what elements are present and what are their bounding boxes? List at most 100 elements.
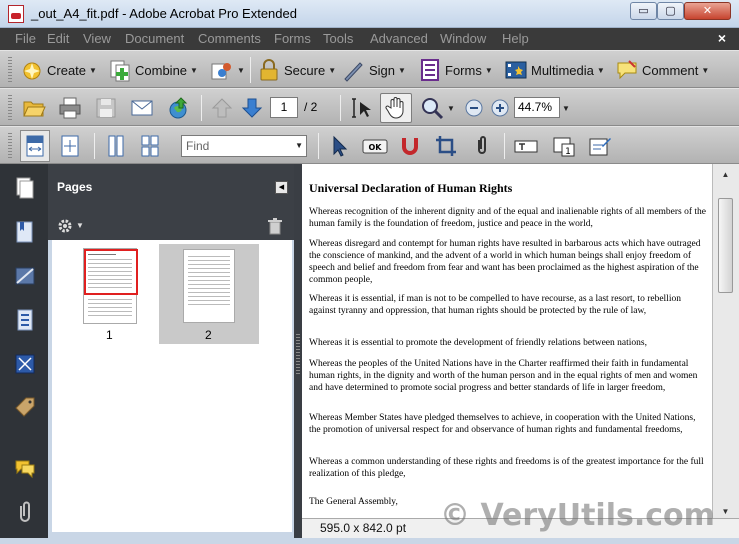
save-button[interactable] bbox=[94, 96, 118, 120]
previous-page-button[interactable] bbox=[210, 96, 234, 120]
select-tool-button[interactable] bbox=[350, 96, 374, 120]
crop-tool-button[interactable] bbox=[434, 134, 458, 158]
combine-button[interactable]: Combine ▼ bbox=[108, 58, 198, 82]
bookmarks-icon[interactable] bbox=[14, 220, 36, 244]
page-size-readout: 595.0 x 842.0 pt bbox=[320, 521, 407, 535]
link-tool-button[interactable] bbox=[398, 134, 422, 158]
marquee-zoom-button[interactable]: ▼ bbox=[420, 96, 455, 120]
multimedia-icon bbox=[505, 61, 527, 79]
chevron-down-icon: ▼ bbox=[701, 65, 710, 75]
attachments-paperclip-icon[interactable] bbox=[14, 500, 36, 524]
scroll-up-arrow-icon[interactable]: ▲ bbox=[717, 166, 734, 183]
zoom-magnifier-icon bbox=[422, 98, 444, 120]
chevron-down-icon: ▼ bbox=[562, 103, 570, 113]
find-input[interactable]: Find ▼ bbox=[181, 135, 307, 157]
toolbar-grip[interactable] bbox=[8, 57, 12, 83]
svg-text:1: 1 bbox=[565, 147, 571, 157]
title-bar: _out_A4_fit.pdf - Adobe Acrobat Pro Exte… bbox=[0, 0, 739, 28]
fit-width-button[interactable] bbox=[20, 130, 50, 162]
forms-button[interactable]: Forms ▼ bbox=[418, 58, 493, 82]
trash-icon[interactable] bbox=[266, 217, 284, 235]
maximize-button[interactable]: ▢ bbox=[657, 2, 684, 20]
pages-panel-title: Pages bbox=[57, 180, 93, 194]
open-button[interactable] bbox=[22, 96, 46, 120]
visible-area-frame[interactable] bbox=[84, 249, 138, 295]
minimize-button[interactable]: ▭ bbox=[630, 2, 657, 20]
envelope-icon bbox=[131, 100, 153, 116]
zoom-level-input[interactable]: 44.7% bbox=[514, 97, 560, 118]
zoom-out-button[interactable] bbox=[462, 96, 486, 120]
document-paragraph: Whereas a common understanding of these … bbox=[309, 457, 704, 479]
attach-tool-button[interactable] bbox=[470, 134, 494, 158]
button-tool[interactable]: OK bbox=[362, 134, 388, 158]
page-thumbnail-2-selection[interactable]: 2 bbox=[159, 244, 259, 344]
window-title: _out_A4_fit.pdf - Adobe Acrobat Pro Exte… bbox=[31, 6, 297, 21]
menu-advanced[interactable]: Advanced bbox=[370, 31, 428, 46]
collaborate-button[interactable]: ▼ bbox=[210, 58, 245, 82]
layers-icon[interactable] bbox=[14, 308, 36, 332]
zoom-dropdown[interactable]: ▼ bbox=[562, 96, 570, 120]
page-number-input[interactable]: 1 bbox=[270, 97, 298, 118]
crop-icon bbox=[436, 136, 456, 156]
menu-edit[interactable]: Edit bbox=[47, 31, 69, 46]
chevron-down-icon: ▼ bbox=[596, 65, 605, 75]
panel-splitter[interactable] bbox=[294, 164, 302, 544]
fit-page-button[interactable] bbox=[58, 134, 82, 158]
collapse-panel-icon[interactable]: ◀ bbox=[275, 181, 288, 194]
text-field-tool-button[interactable] bbox=[514, 134, 538, 158]
chevron-down-icon[interactable]: ▼ bbox=[295, 136, 303, 156]
print-button[interactable] bbox=[58, 96, 82, 120]
secure-button[interactable]: Secure ▼ bbox=[257, 58, 336, 82]
menu-view[interactable]: View bbox=[83, 31, 111, 46]
menu-document[interactable]: Document bbox=[125, 31, 184, 46]
two-page-button[interactable] bbox=[138, 134, 162, 158]
options-gear-icon[interactable] bbox=[56, 217, 74, 235]
toolbar-grip[interactable] bbox=[8, 133, 12, 159]
ok-button-icon: OK bbox=[362, 139, 388, 154]
zoom-out-icon bbox=[465, 99, 483, 117]
upload-button[interactable] bbox=[166, 96, 190, 120]
page-thumbnail-1[interactable] bbox=[83, 248, 138, 324]
model-tree-icon[interactable] bbox=[14, 352, 36, 376]
chevron-down-icon[interactable]: ▼ bbox=[76, 221, 84, 230]
multimedia-button[interactable]: Multimedia ▼ bbox=[504, 58, 605, 82]
create-pdf-icon bbox=[23, 62, 41, 80]
menu-help[interactable]: Help bbox=[502, 31, 529, 46]
menu-forms[interactable]: Forms bbox=[274, 31, 311, 46]
next-page-button[interactable] bbox=[240, 96, 264, 120]
vertical-scrollbar[interactable]: ▲ ▼ bbox=[712, 164, 739, 522]
close-window-button[interactable]: ✕ bbox=[684, 2, 731, 20]
menu-window[interactable]: Window bbox=[440, 31, 486, 46]
scrollbar-thumb[interactable] bbox=[718, 198, 733, 293]
menu-tools[interactable]: Tools bbox=[323, 31, 353, 46]
signatures-icon[interactable] bbox=[14, 264, 36, 288]
chevron-down-icon: ▼ bbox=[328, 65, 337, 75]
document-paragraph: Whereas it is essential to promote the d… bbox=[309, 338, 647, 348]
toolbar-grip[interactable] bbox=[8, 95, 12, 121]
tags-icon[interactable] bbox=[14, 396, 36, 420]
comments-panel-icon[interactable] bbox=[14, 456, 36, 480]
comment-button[interactable]: Comment ▼ bbox=[615, 58, 709, 82]
edit-form-tool-button[interactable] bbox=[588, 134, 612, 158]
page-thumbnail-2[interactable] bbox=[183, 249, 235, 323]
fit-page-icon bbox=[61, 135, 79, 157]
arrow-down-icon bbox=[241, 98, 263, 118]
zoom-in-button[interactable] bbox=[488, 96, 512, 120]
hand-tool-button[interactable] bbox=[380, 93, 412, 123]
number-field-tool-button[interactable]: 1 bbox=[552, 134, 576, 158]
menu-comments[interactable]: Comments bbox=[198, 31, 261, 46]
email-button[interactable] bbox=[130, 96, 154, 120]
pdf-app-icon bbox=[8, 5, 24, 23]
single-page-button[interactable] bbox=[104, 134, 128, 158]
chevron-down-icon: ▼ bbox=[398, 65, 406, 75]
form-edit-icon bbox=[589, 138, 611, 156]
fit-width-icon bbox=[26, 135, 44, 157]
document-viewport[interactable]: Universal Declaration of Human Rights Wh… bbox=[302, 164, 712, 522]
pages-panel-icon[interactable] bbox=[14, 176, 36, 200]
create-button[interactable]: Create ▼ bbox=[20, 58, 97, 82]
menu-file[interactable]: File bbox=[15, 31, 36, 46]
close-document-icon[interactable]: × bbox=[718, 30, 726, 46]
select-object-button[interactable] bbox=[328, 134, 352, 158]
document-paragraph: Whereas the peoples of the United Nation… bbox=[309, 359, 698, 393]
sign-button[interactable]: Sign ▼ bbox=[342, 58, 406, 82]
